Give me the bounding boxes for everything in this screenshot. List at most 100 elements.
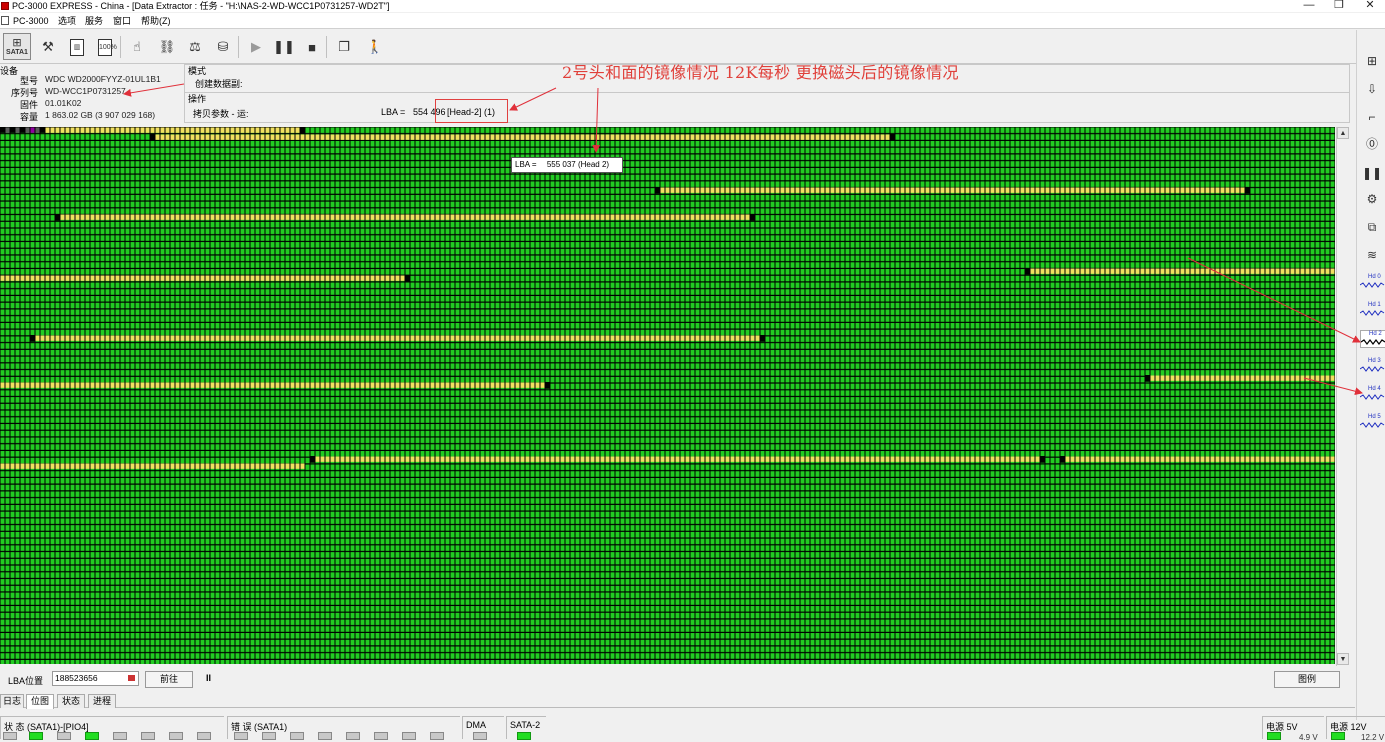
menu-window[interactable]: 窗口 — [113, 15, 131, 27]
map-read-segment — [540, 134, 545, 140]
map-read-segment — [195, 335, 200, 341]
head-3-label: Hd 3 — [1368, 358, 1381, 364]
windows-icon[interactable]: ❐ — [333, 35, 355, 59]
map-read-segment — [530, 335, 535, 341]
sata-small-icon[interactable]: ⊞ — [1360, 50, 1384, 72]
menu-service[interactable]: 服务 — [85, 15, 103, 27]
map-read-segment — [1170, 268, 1175, 274]
map-read-segment — [620, 134, 625, 140]
map-read-segment — [1305, 456, 1310, 462]
map-read-segment — [1315, 375, 1320, 381]
map-read-segment — [975, 187, 980, 193]
window-title: PC-3000 EXPRESS - China - [Data Extracto… — [12, 1, 390, 11]
rescan-icon[interactable]: ⇩ — [1360, 78, 1384, 100]
maximize-button[interactable]: ❐ — [1326, 0, 1352, 12]
tab-log[interactable]: 日志 — [0, 694, 24, 708]
pause-small-icon[interactable]: ❚❚ — [1360, 162, 1384, 184]
map-read-segment — [1255, 375, 1260, 381]
map-read-segment — [115, 214, 120, 220]
map-read-segment — [455, 134, 460, 140]
head-0-button[interactable]: Hd 0 — [1360, 274, 1385, 292]
map-read-segment — [245, 382, 250, 388]
disk-icon[interactable]: ⛁ — [212, 35, 234, 59]
head-2-button[interactable]: Hd 2 — [1360, 330, 1385, 348]
menu-pc3000[interactable]: PC-3000 — [13, 15, 49, 27]
map-read-segment — [90, 127, 95, 133]
map-read-segment — [325, 456, 330, 462]
scroll-up-icon[interactable]: ▲ — [1337, 127, 1349, 139]
lba-position-input[interactable]: 188523656 — [52, 671, 139, 686]
map-read-segment — [585, 214, 590, 220]
tab-process[interactable]: 进程 — [88, 694, 116, 708]
head-map-icon[interactable]: ≋ — [1360, 244, 1384, 266]
map-tools-icon[interactable]: ⚙ — [1360, 188, 1384, 210]
map-read-segment — [275, 134, 280, 140]
head-1-button[interactable]: Hd 1 — [1360, 302, 1385, 320]
pause-icon[interactable]: ❚❚ — [273, 35, 295, 59]
map-read-segment — [1190, 456, 1195, 462]
minimize-button[interactable]: — — [1296, 0, 1322, 12]
map-read-segment — [795, 134, 800, 140]
map-read-segment — [90, 463, 95, 469]
stop-icon[interactable]: ■ — [301, 35, 323, 59]
map-read-segment — [210, 127, 215, 133]
zero-icon[interactable]: ⓪ — [1360, 132, 1384, 154]
goto-button[interactable]: 前往 — [145, 671, 193, 688]
map-read-segment — [185, 214, 190, 220]
head-4-label: Hd 4 — [1368, 386, 1381, 392]
head-3-button[interactable]: Hd 3 — [1360, 358, 1385, 376]
map-read-segment — [350, 275, 355, 281]
map-read-segment — [380, 382, 385, 388]
map-read-segment — [1320, 456, 1325, 462]
binoculars-icon[interactable]: ⛓ — [156, 35, 178, 59]
head-4-button[interactable]: Hd 4 — [1360, 386, 1385, 404]
close-button[interactable]: ✕ — [1357, 0, 1383, 12]
map-read-segment — [905, 187, 910, 193]
scale-icon[interactable]: ⚖ — [184, 35, 206, 59]
map-read-segment — [940, 187, 945, 193]
map-read-segment — [1295, 456, 1300, 462]
map-read-segment — [50, 382, 55, 388]
map-read-segment — [830, 187, 835, 193]
document-icon[interactable] — [1, 16, 9, 25]
map-scrollbar[interactable]: ▲ ▼ — [1336, 127, 1349, 666]
legend-button[interactable]: 图例 — [1274, 671, 1340, 688]
tools-icon[interactable]: ⚒ — [37, 35, 59, 59]
tab-status[interactable]: 状态 — [57, 694, 85, 708]
map-read-segment — [1215, 456, 1220, 462]
tab-bitmap[interactable]: 位图 — [26, 694, 54, 709]
map-read-segment — [290, 134, 295, 140]
menu-options[interactable]: 选项 — [58, 15, 76, 27]
memory-icon[interactable]: ▥ — [66, 35, 88, 59]
map-read-segment — [190, 134, 195, 140]
map-read-segment — [90, 382, 95, 388]
map-read-segment — [385, 214, 390, 220]
map-read-segment — [1195, 187, 1200, 193]
reset-icon[interactable]: ⌐ — [1360, 106, 1384, 128]
map-read-segment — [795, 187, 800, 193]
scroll-down-icon[interactable]: ▼ — [1337, 653, 1349, 665]
map-read-segment — [1265, 268, 1270, 274]
play-icon[interactable]: ▶ — [245, 35, 267, 59]
copy-icon[interactable]: ⧉ — [1360, 216, 1384, 238]
map-read-segment — [130, 275, 135, 281]
cursor-icon[interactable]: ☝ — [126, 35, 148, 59]
block-map[interactable] — [0, 127, 1335, 664]
map-read-segment — [1150, 187, 1155, 193]
map-read-segment — [1265, 456, 1270, 462]
map-read-segment — [45, 335, 50, 341]
dma-label: DMA — [466, 720, 486, 730]
map-read-segment — [780, 456, 785, 462]
pause-icon[interactable]: II — [206, 673, 211, 683]
exit-icon[interactable]: 🚶 — [364, 35, 386, 59]
map-read-segment — [255, 214, 260, 220]
head-5-button[interactable]: Hd 5 — [1360, 414, 1385, 432]
map-read-segment — [670, 456, 675, 462]
map-read-segment — [1180, 268, 1185, 274]
map-read-segment — [725, 134, 730, 140]
sata-port-button[interactable]: ⊞ SATA1 — [3, 33, 31, 60]
map-read-segment — [1085, 268, 1090, 274]
menu-help[interactable]: 帮助(Z) — [141, 15, 171, 27]
percent-icon[interactable]: 100% — [94, 35, 117, 59]
map-read-segment — [710, 335, 715, 341]
